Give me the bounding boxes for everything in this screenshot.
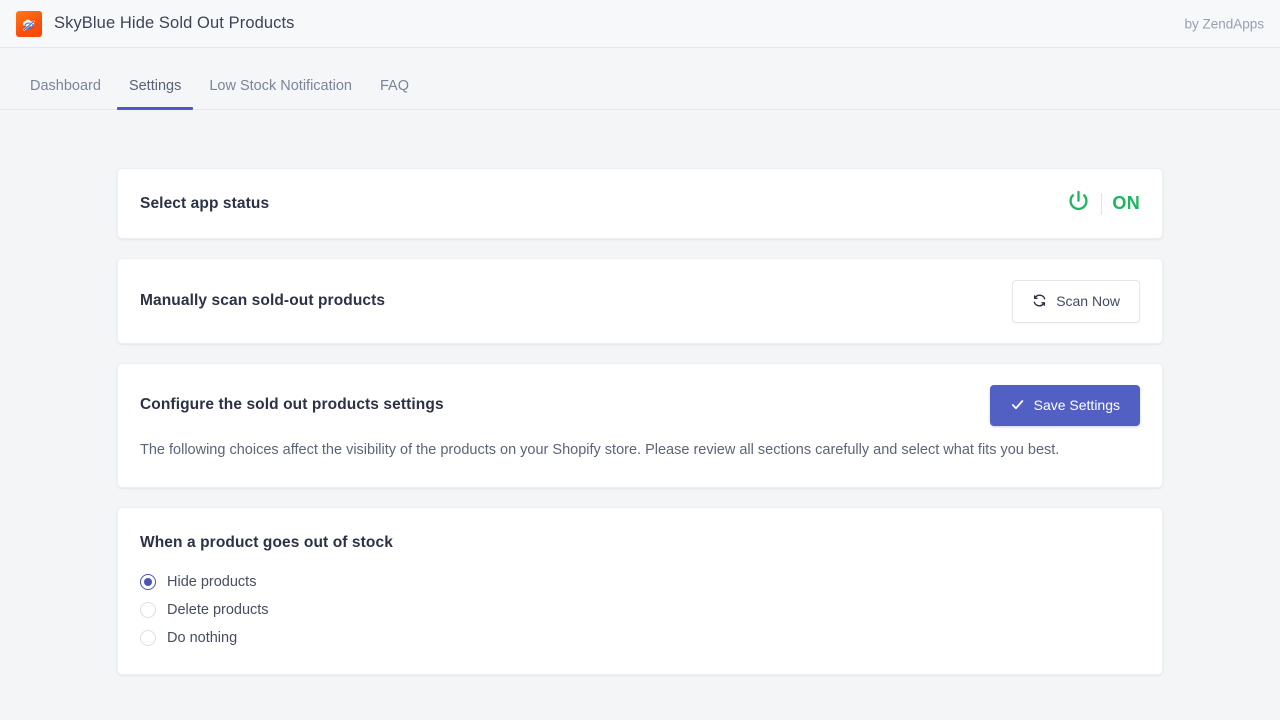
radio-label-do-nothing: Do nothing bbox=[167, 630, 238, 647]
radio-do-nothing[interactable]: Do nothing bbox=[140, 630, 1140, 647]
radio-mark-hide-products bbox=[140, 574, 156, 591]
radio-mark-delete-products bbox=[140, 602, 156, 619]
app-status-toggle[interactable]: ON bbox=[1066, 189, 1140, 219]
app-title: SkyBlue Hide Sold Out Products bbox=[54, 14, 295, 32]
scan-now-button-label: Scan Now bbox=[1056, 293, 1120, 309]
card-configure-settings: Configure the sold out products settings… bbox=[117, 363, 1163, 489]
save-settings-button-label: Save Settings bbox=[1033, 397, 1120, 413]
tab-low-stock-notification[interactable]: Low Stock Notification bbox=[195, 78, 366, 110]
card-manual-scan: Manually scan sold-out products Scan Now bbox=[117, 258, 1163, 344]
cards-container: Select app status ON Manually scan sold-… bbox=[117, 168, 1163, 676]
out-of-stock-title: When a product goes out of stock bbox=[140, 534, 393, 552]
tab-bar: Dashboard Settings Low Stock Notificatio… bbox=[0, 48, 1280, 110]
out-of-stock-radio-group: Hide products Delete products Do nothing bbox=[140, 574, 1140, 647]
tab-dashboard[interactable]: Dashboard bbox=[16, 78, 115, 110]
app-status-title: Select app status bbox=[140, 194, 270, 212]
card-out-of-stock-behaviour: When a product goes out of stock Hide pr… bbox=[117, 507, 1163, 676]
tab-settings[interactable]: Settings bbox=[115, 78, 195, 110]
check-icon bbox=[1010, 397, 1025, 414]
power-icon bbox=[1066, 189, 1091, 219]
hidden-eye-cloud-icon bbox=[16, 10, 42, 37]
app-status-value: ON bbox=[1112, 193, 1140, 213]
tab-faq[interactable]: FAQ bbox=[366, 78, 423, 110]
radio-label-hide-products: Hide products bbox=[167, 574, 257, 591]
scan-now-button[interactable]: Scan Now bbox=[1012, 279, 1140, 323]
configure-settings-description: The following choices affect the visibil… bbox=[140, 442, 1060, 458]
configure-settings-title: Configure the sold out products settings bbox=[140, 396, 444, 413]
vendor-label: by ZendApps bbox=[1184, 16, 1264, 31]
app-header: SkyBlue Hide Sold Out Products by ZendAp… bbox=[0, 0, 1280, 48]
refresh-icon bbox=[1032, 293, 1047, 310]
radio-label-delete-products: Delete products bbox=[167, 602, 269, 619]
radio-hide-products[interactable]: Hide products bbox=[140, 574, 1140, 591]
status-divider bbox=[1101, 192, 1103, 215]
card-app-status: Select app status ON bbox=[117, 168, 1163, 239]
save-settings-button[interactable]: Save Settings bbox=[989, 384, 1140, 426]
radio-delete-products[interactable]: Delete products bbox=[140, 602, 1140, 619]
radio-mark-do-nothing bbox=[140, 630, 156, 647]
manual-scan-title: Manually scan sold-out products bbox=[140, 292, 386, 309]
settings-content: Select app status ON Manually scan sold-… bbox=[0, 110, 1280, 676]
brand: SkyBlue Hide Sold Out Products bbox=[16, 10, 295, 37]
